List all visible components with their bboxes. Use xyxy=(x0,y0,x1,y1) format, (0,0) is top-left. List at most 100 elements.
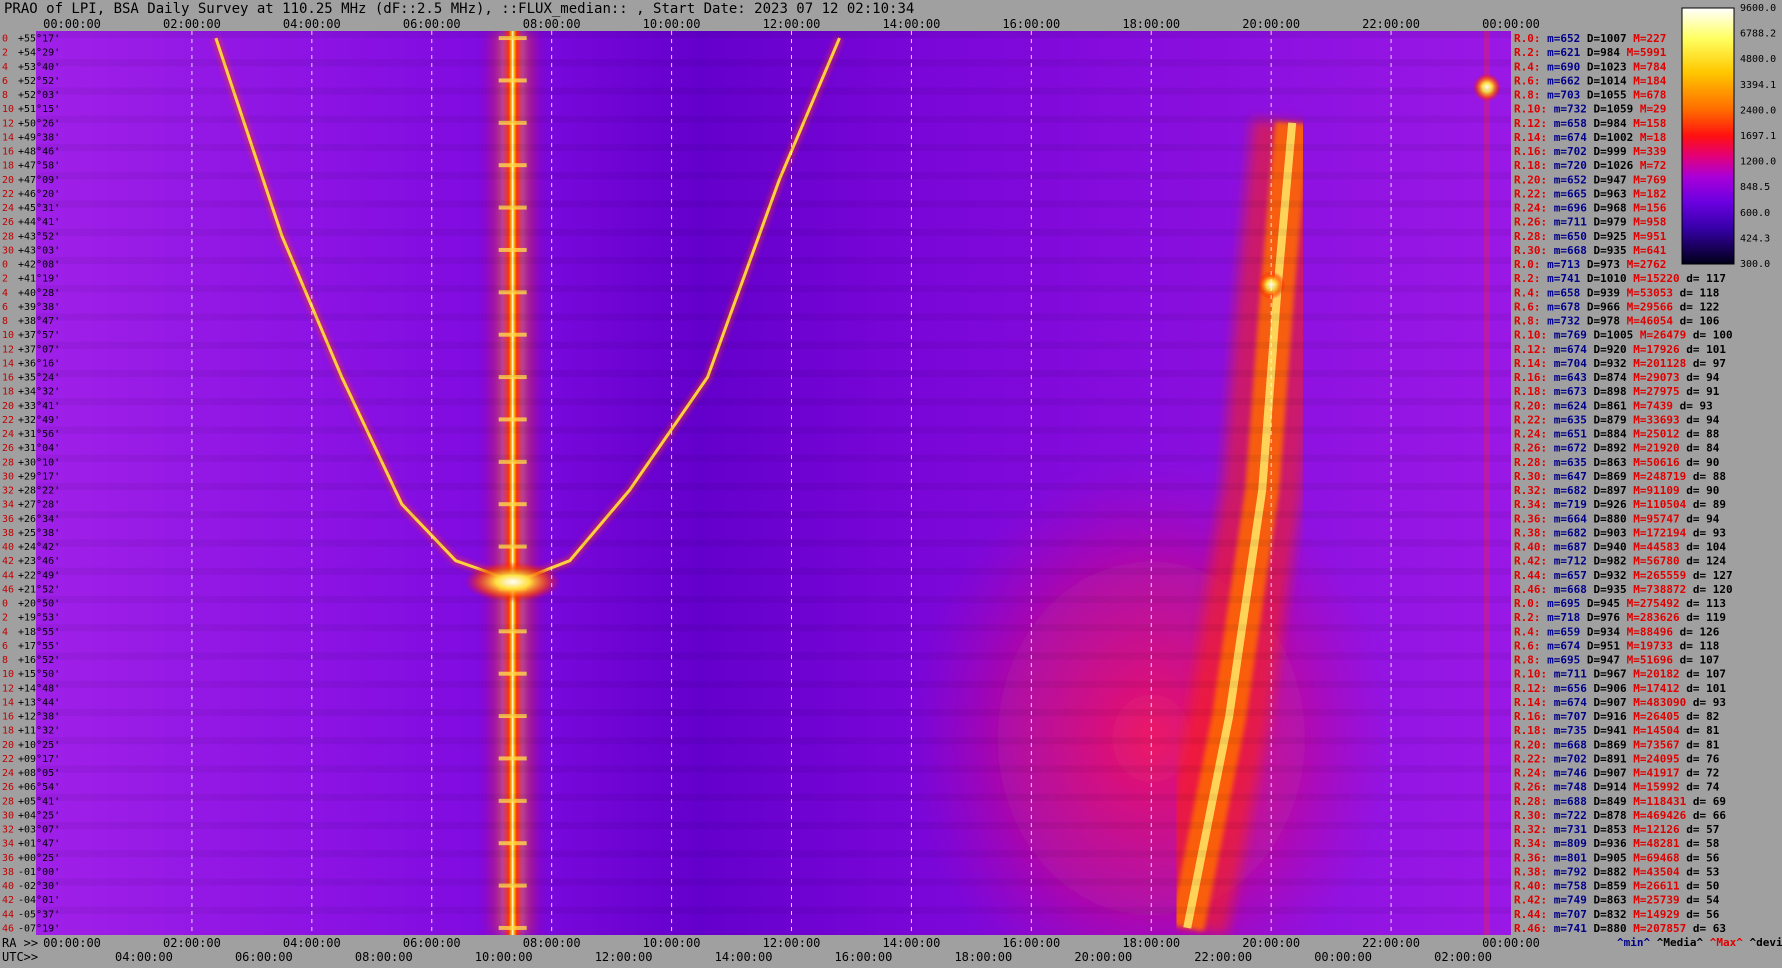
declination-label: -07°19' xyxy=(18,923,60,934)
stats-min: m=711 xyxy=(1547,216,1587,229)
colorbar-label: 9600.0 xyxy=(1740,3,1776,14)
declination-label: +35°24' xyxy=(18,373,60,384)
stats-region: R.26: xyxy=(1514,442,1547,455)
utc-axis-label: UTC>> xyxy=(2,950,38,964)
stats-region: R.0: xyxy=(1514,32,1541,45)
stats-median: D=947 xyxy=(1587,173,1627,186)
stats-max: M=156 xyxy=(1627,202,1667,215)
row-index-label: 26 xyxy=(2,217,14,228)
stats-region: R.10: xyxy=(1514,103,1547,116)
stats-min: m=674 xyxy=(1547,343,1587,356)
stats-min: m=712 xyxy=(1547,555,1587,568)
vertical-band-flare xyxy=(498,247,527,252)
stats-row: R.26: m=748 D=914 M=15992 d= 74 xyxy=(1514,781,1720,794)
row-index-label: 32 xyxy=(2,486,14,497)
bottom-ra-tick-label: 20:00:00 xyxy=(1242,936,1300,950)
stats-max: M=172194 xyxy=(1627,526,1687,539)
row-stripe xyxy=(36,200,1511,208)
stats-median: D=905 xyxy=(1587,851,1627,864)
declination-label: +24°42' xyxy=(18,542,60,553)
row-stripe xyxy=(36,850,1511,858)
stats-row: R.30: m=668 D=935 M=641 xyxy=(1514,244,1667,257)
declination-label: +01°47' xyxy=(18,839,60,850)
bottom-utc-tick-label: 18:00:00 xyxy=(954,950,1012,964)
stats-max: M=20182 xyxy=(1627,668,1680,681)
stats-median: D=880 xyxy=(1587,922,1627,935)
stats-region: R.28: xyxy=(1514,795,1547,808)
stats-region: R.32: xyxy=(1514,823,1547,836)
stats-median: D=880 xyxy=(1587,512,1627,525)
stats-deviation: d= 118 xyxy=(1673,639,1719,652)
stats-deviation: d= 89 xyxy=(1686,498,1726,511)
stats-median: D=978 xyxy=(1580,315,1620,328)
stats-median: D=967 xyxy=(1587,668,1627,681)
bottom-ra-tick-label: 06:00:00 xyxy=(403,936,461,950)
declination-label: +08°05' xyxy=(18,768,60,779)
stats-region: R.2: xyxy=(1514,611,1541,624)
row-stripe xyxy=(36,680,1511,688)
stats-region: R.22: xyxy=(1514,187,1547,200)
stats-max: M=29073 xyxy=(1627,371,1680,384)
stats-row: R.16: m=643 D=874 M=29073 d= 94 xyxy=(1514,371,1720,384)
stats-row: R.12: m=674 D=920 M=17926 d= 101 xyxy=(1514,343,1726,356)
row-index-label: 10 xyxy=(2,669,14,680)
bottom-utc-tick-label: 14:00:00 xyxy=(715,950,773,964)
row-index-label: 2 xyxy=(2,274,8,285)
stats-deviation: d= 56 xyxy=(1680,908,1720,921)
stats-max: M=26611 xyxy=(1627,880,1680,893)
stats-min: m=674 xyxy=(1547,131,1587,144)
row-index-label: 6 xyxy=(2,641,8,652)
stats-min: m=741 xyxy=(1541,272,1581,285)
stats-min: m=801 xyxy=(1547,851,1587,864)
stats-row: R.6: m=678 D=966 M=29566 d= 122 xyxy=(1514,300,1719,313)
stats-deviation: d= 69 xyxy=(1686,795,1726,808)
stats-max: M=26405 xyxy=(1627,710,1680,723)
stats-median: D=920 xyxy=(1587,343,1627,356)
bottom-ra-tick-label: 04:00:00 xyxy=(283,936,341,950)
stats-region: R.6: xyxy=(1514,639,1541,652)
stats-row: R.36: m=801 D=905 M=69468 d= 56 xyxy=(1514,851,1720,864)
stats-region: R.18: xyxy=(1514,724,1547,737)
stats-min: m=650 xyxy=(1547,230,1587,243)
vertical-band-flare xyxy=(498,78,527,83)
row-index-label: 46 xyxy=(2,923,14,934)
stats-row: R.46: m=668 D=935 M=738872 d= 120 xyxy=(1514,583,1733,596)
stats-max: M=958 xyxy=(1627,216,1667,229)
row-stripe xyxy=(36,765,1511,773)
stats-min: m=659 xyxy=(1541,625,1581,638)
stats-median: D=884 xyxy=(1587,428,1627,441)
stats-max: M=33693 xyxy=(1627,413,1680,426)
stats-max: M=26479 xyxy=(1633,329,1686,342)
declination-label: +47°58' xyxy=(18,161,60,172)
declination-label: -05°37' xyxy=(18,909,60,920)
row-index-label: 22 xyxy=(2,754,14,765)
row-index-label: 10 xyxy=(2,104,14,115)
stats-median: D=869 xyxy=(1587,738,1627,751)
stats-median: D=936 xyxy=(1587,837,1627,850)
vertical-band-flare xyxy=(498,417,527,422)
vertical-band-flare xyxy=(498,756,527,761)
declination-label: +27°28' xyxy=(18,500,60,511)
declination-label: +30°10' xyxy=(18,457,60,468)
row-index-label: 32 xyxy=(2,825,14,836)
bottom-ra-tick-label: 14:00:00 xyxy=(883,936,941,950)
stats-min: m=647 xyxy=(1547,470,1587,483)
stats-max: M=25739 xyxy=(1627,894,1680,907)
stats-region: R.20: xyxy=(1514,399,1547,412)
stats-row: R.14: m=674 D=907 M=483090 d= 93 xyxy=(1514,696,1726,709)
row-stripe xyxy=(36,737,1511,745)
stats-row: R.44: m=657 D=932 M=265559 d= 127 xyxy=(1514,569,1733,582)
row-index-label: 18 xyxy=(2,387,14,398)
stats-row: R.10: m=711 D=967 M=20182 d= 107 xyxy=(1514,668,1726,681)
stats-min: m=651 xyxy=(1547,428,1587,441)
stats-region: R.6: xyxy=(1514,74,1541,87)
stats-row: R.2: m=718 D=976 M=283626 d= 119 xyxy=(1514,611,1726,624)
stats-deviation: d= 127 xyxy=(1686,569,1732,582)
stats-deviation: d= 101 xyxy=(1680,343,1727,356)
stats-deviation: d= 57 xyxy=(1680,823,1720,836)
stats-region: R.4: xyxy=(1514,60,1541,73)
row-stripe xyxy=(36,567,1511,575)
stats-min: m=702 xyxy=(1547,145,1587,158)
stats-footer: ^min^ ^Media^ ^Max^ ^devia^ xyxy=(1617,936,1782,949)
row-stripe xyxy=(36,822,1511,830)
